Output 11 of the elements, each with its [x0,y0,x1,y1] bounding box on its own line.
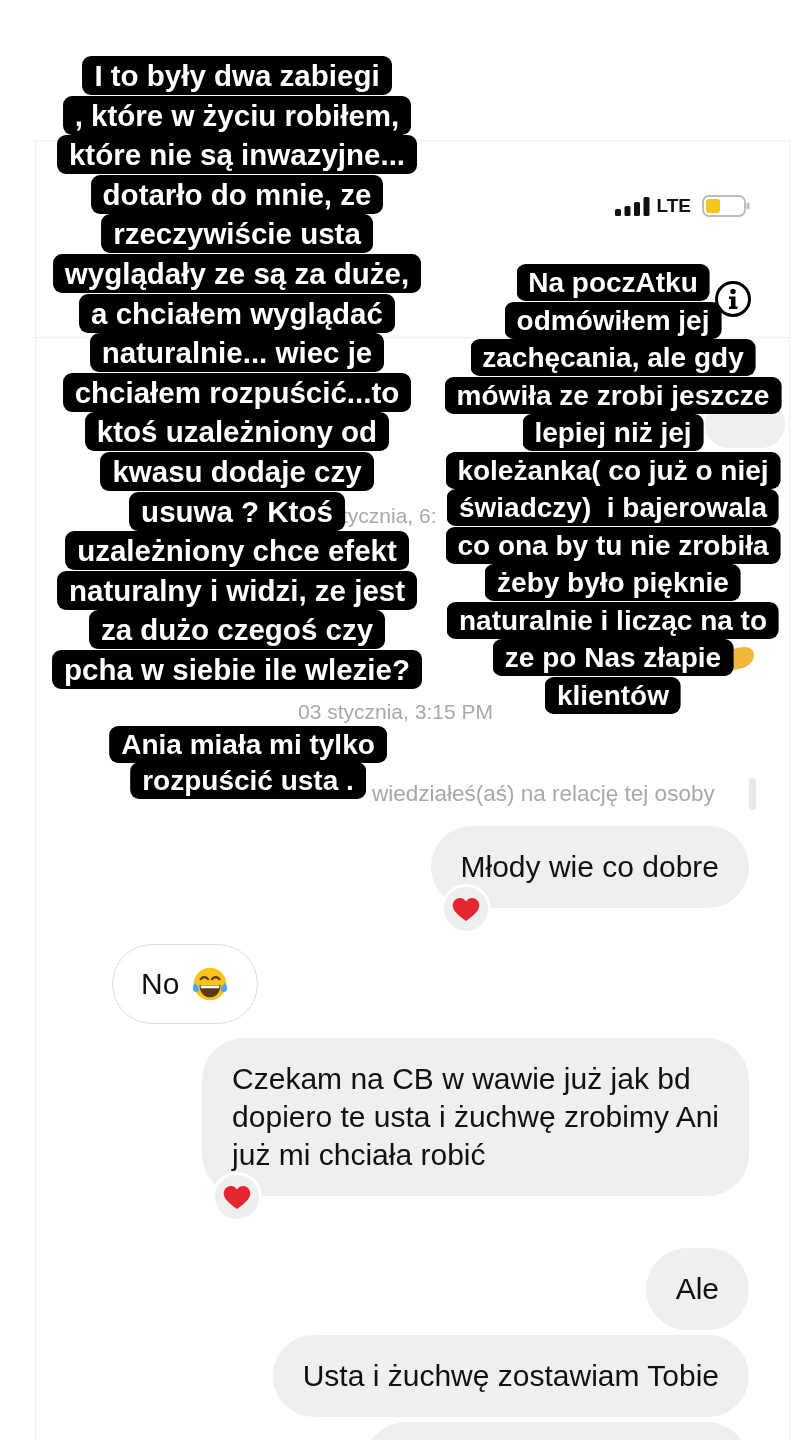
message-text: No [141,966,180,1002]
battery-icon [702,194,750,217]
emoji-icon [733,646,755,670]
message-text: Czekam na CB w wawie już jak bd dopiero te usta i żuchwę zrobimy Ani już mi chciała robić [232,1061,719,1173]
message-text: Ale [675,1271,719,1307]
info-icon[interactable] [714,280,752,318]
timestamp: 03 stycznia, 3:15 PM [298,700,493,723]
network-label: LTE [656,195,691,216]
message-text: Młody wie co dobre [460,849,719,885]
signal-icon [614,195,650,216]
message-text: Usta i żuchwę zostawiam Tobie [302,1358,719,1394]
